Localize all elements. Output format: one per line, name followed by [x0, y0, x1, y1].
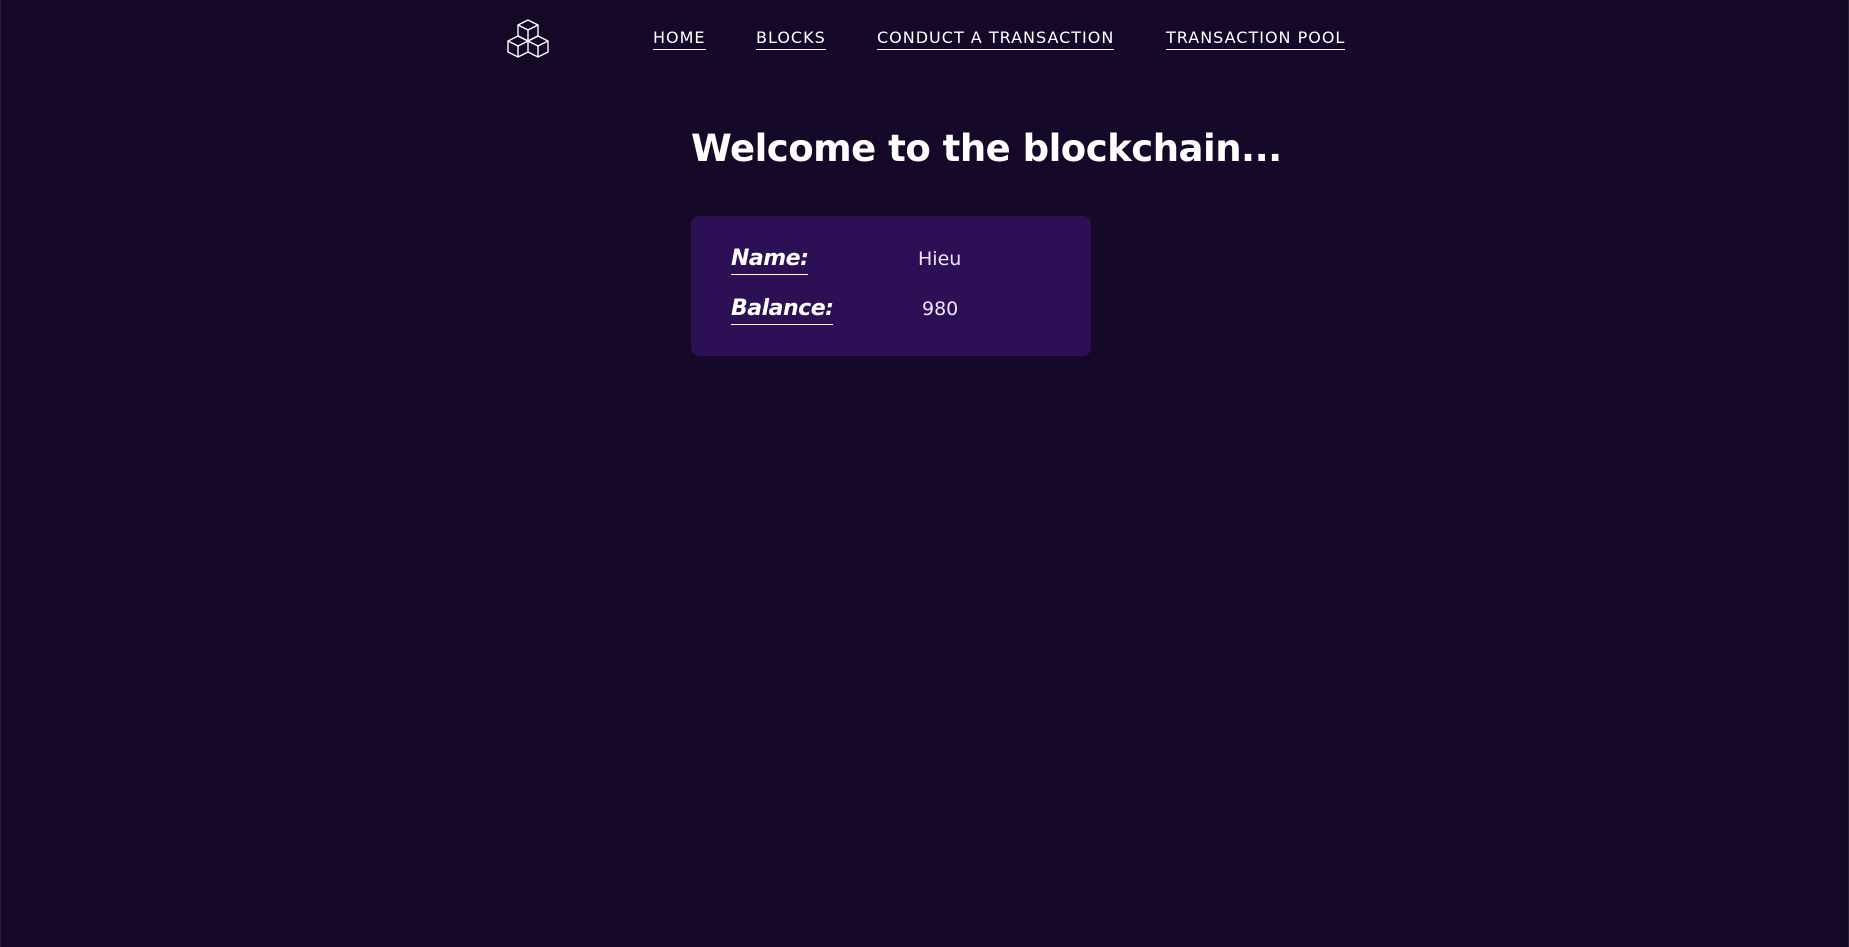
nav-link-transaction-pool[interactable]: TRANSACTION POOL [1166, 28, 1346, 50]
page-title: Welcome to the blockchain... [691, 127, 1282, 170]
wallet-info-card: Name: Hieu Balance: 980 [691, 216, 1091, 356]
name-label: Name: [731, 245, 809, 275]
cubes-logo-icon[interactable] [501, 17, 557, 63]
nav-link-conduct-transaction[interactable]: CONDUCT A TRANSACTION [877, 28, 1115, 50]
nav-link-home[interactable]: HOME [653, 28, 706, 50]
balance-value: 980 [922, 298, 959, 320]
name-value: Hieu [918, 248, 962, 270]
balance-label: Balance: [731, 295, 834, 325]
app-page: HOME BLOCKS CONDUCT A TRANSACTION TRANSA… [0, 0, 1849, 947]
nav-link-blocks[interactable]: BLOCKS [756, 28, 826, 50]
